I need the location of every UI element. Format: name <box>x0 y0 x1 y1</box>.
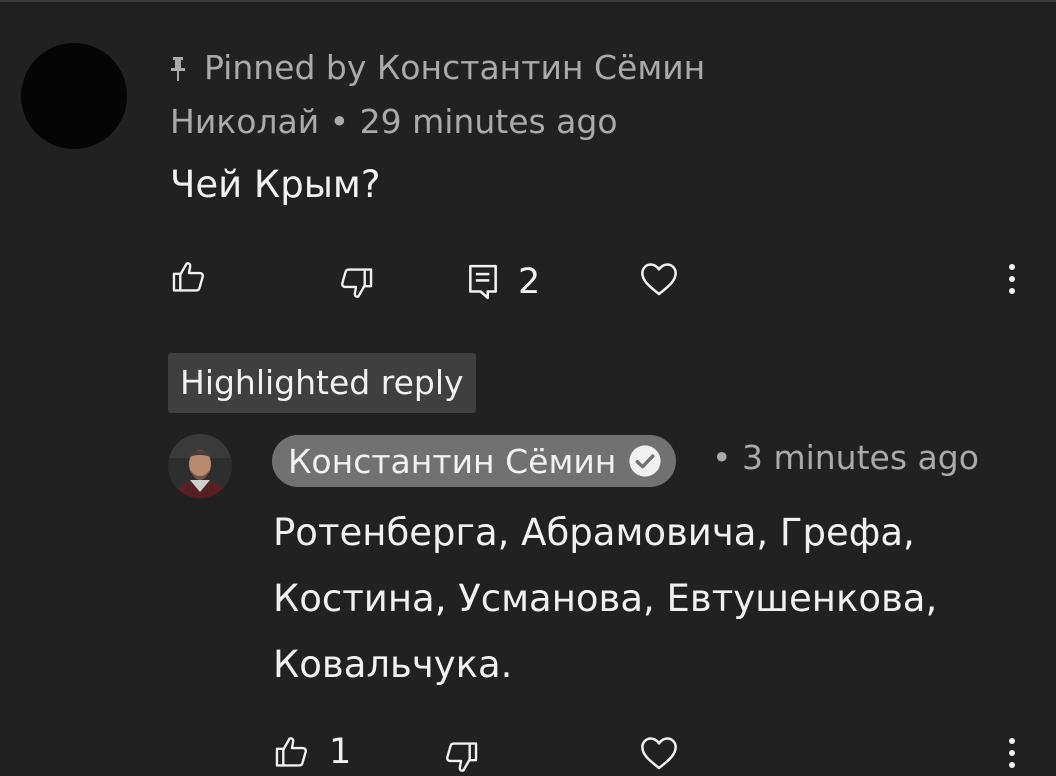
reply-line: Ротенберга, Абрамовича, Грефа, <box>273 511 915 554</box>
pin-icon <box>168 53 188 83</box>
thumb-down-icon <box>446 742 478 772</box>
more-vert-icon <box>1009 264 1015 294</box>
reply-avatar[interactable] <box>168 434 232 498</box>
pinned-text: Pinned by Константин Сёмин <box>204 48 706 87</box>
heart-icon <box>641 263 677 296</box>
reply-button[interactable]: 2 <box>466 262 540 302</box>
thumb-down-icon <box>341 268 373 298</box>
reply-line: Костина, Усманова, Евтушенкова, <box>273 577 938 620</box>
comment-author[interactable]: Николай <box>170 102 319 141</box>
pinned-label: Pinned by Константин Сёмин <box>168 48 705 87</box>
thumb-up-icon <box>275 737 307 767</box>
reply-dislike-button[interactable] <box>442 738 480 776</box>
meta-separator: • <box>712 438 742 477</box>
thumb-up-icon <box>172 262 204 292</box>
heart-button[interactable] <box>639 260 679 298</box>
highlighted-reply-badge: Highlighted reply <box>168 353 476 413</box>
reply-like-count: 1 <box>329 732 352 772</box>
reply-meta: • 3 minutes ago <box>712 438 979 477</box>
heart-icon <box>641 737 677 770</box>
reply-time[interactable]: 3 minutes ago <box>742 438 979 477</box>
like-button[interactable] <box>170 258 208 296</box>
reply-line: Ковальчука. <box>273 643 513 686</box>
top-divider <box>0 0 1056 2</box>
reply-icon <box>469 264 497 300</box>
reply-author: Константин Сёмин <box>288 441 617 481</box>
reply-like-button[interactable]: 1 <box>273 732 351 772</box>
comment-time[interactable]: 29 minutes ago <box>360 102 618 141</box>
more-button[interactable] <box>1004 262 1020 296</box>
reply-body: Ротенберга, Абрамовича, Грефа, Костина, … <box>273 500 1033 698</box>
dislike-button[interactable] <box>337 264 375 302</box>
check-circle-icon <box>629 445 661 477</box>
reply-author-chip[interactable]: Константин Сёмин <box>272 435 677 487</box>
reply-heart-button[interactable] <box>639 734 679 772</box>
reply-count: 2 <box>518 262 541 302</box>
avatar[interactable] <box>21 43 127 149</box>
reply-more-button[interactable] <box>1004 736 1020 770</box>
meta-separator: • <box>329 102 360 141</box>
comment-body: Чей Крым? <box>170 163 381 206</box>
comment-meta: Николай • 29 minutes ago <box>170 102 618 141</box>
more-vert-icon <box>1009 738 1015 768</box>
